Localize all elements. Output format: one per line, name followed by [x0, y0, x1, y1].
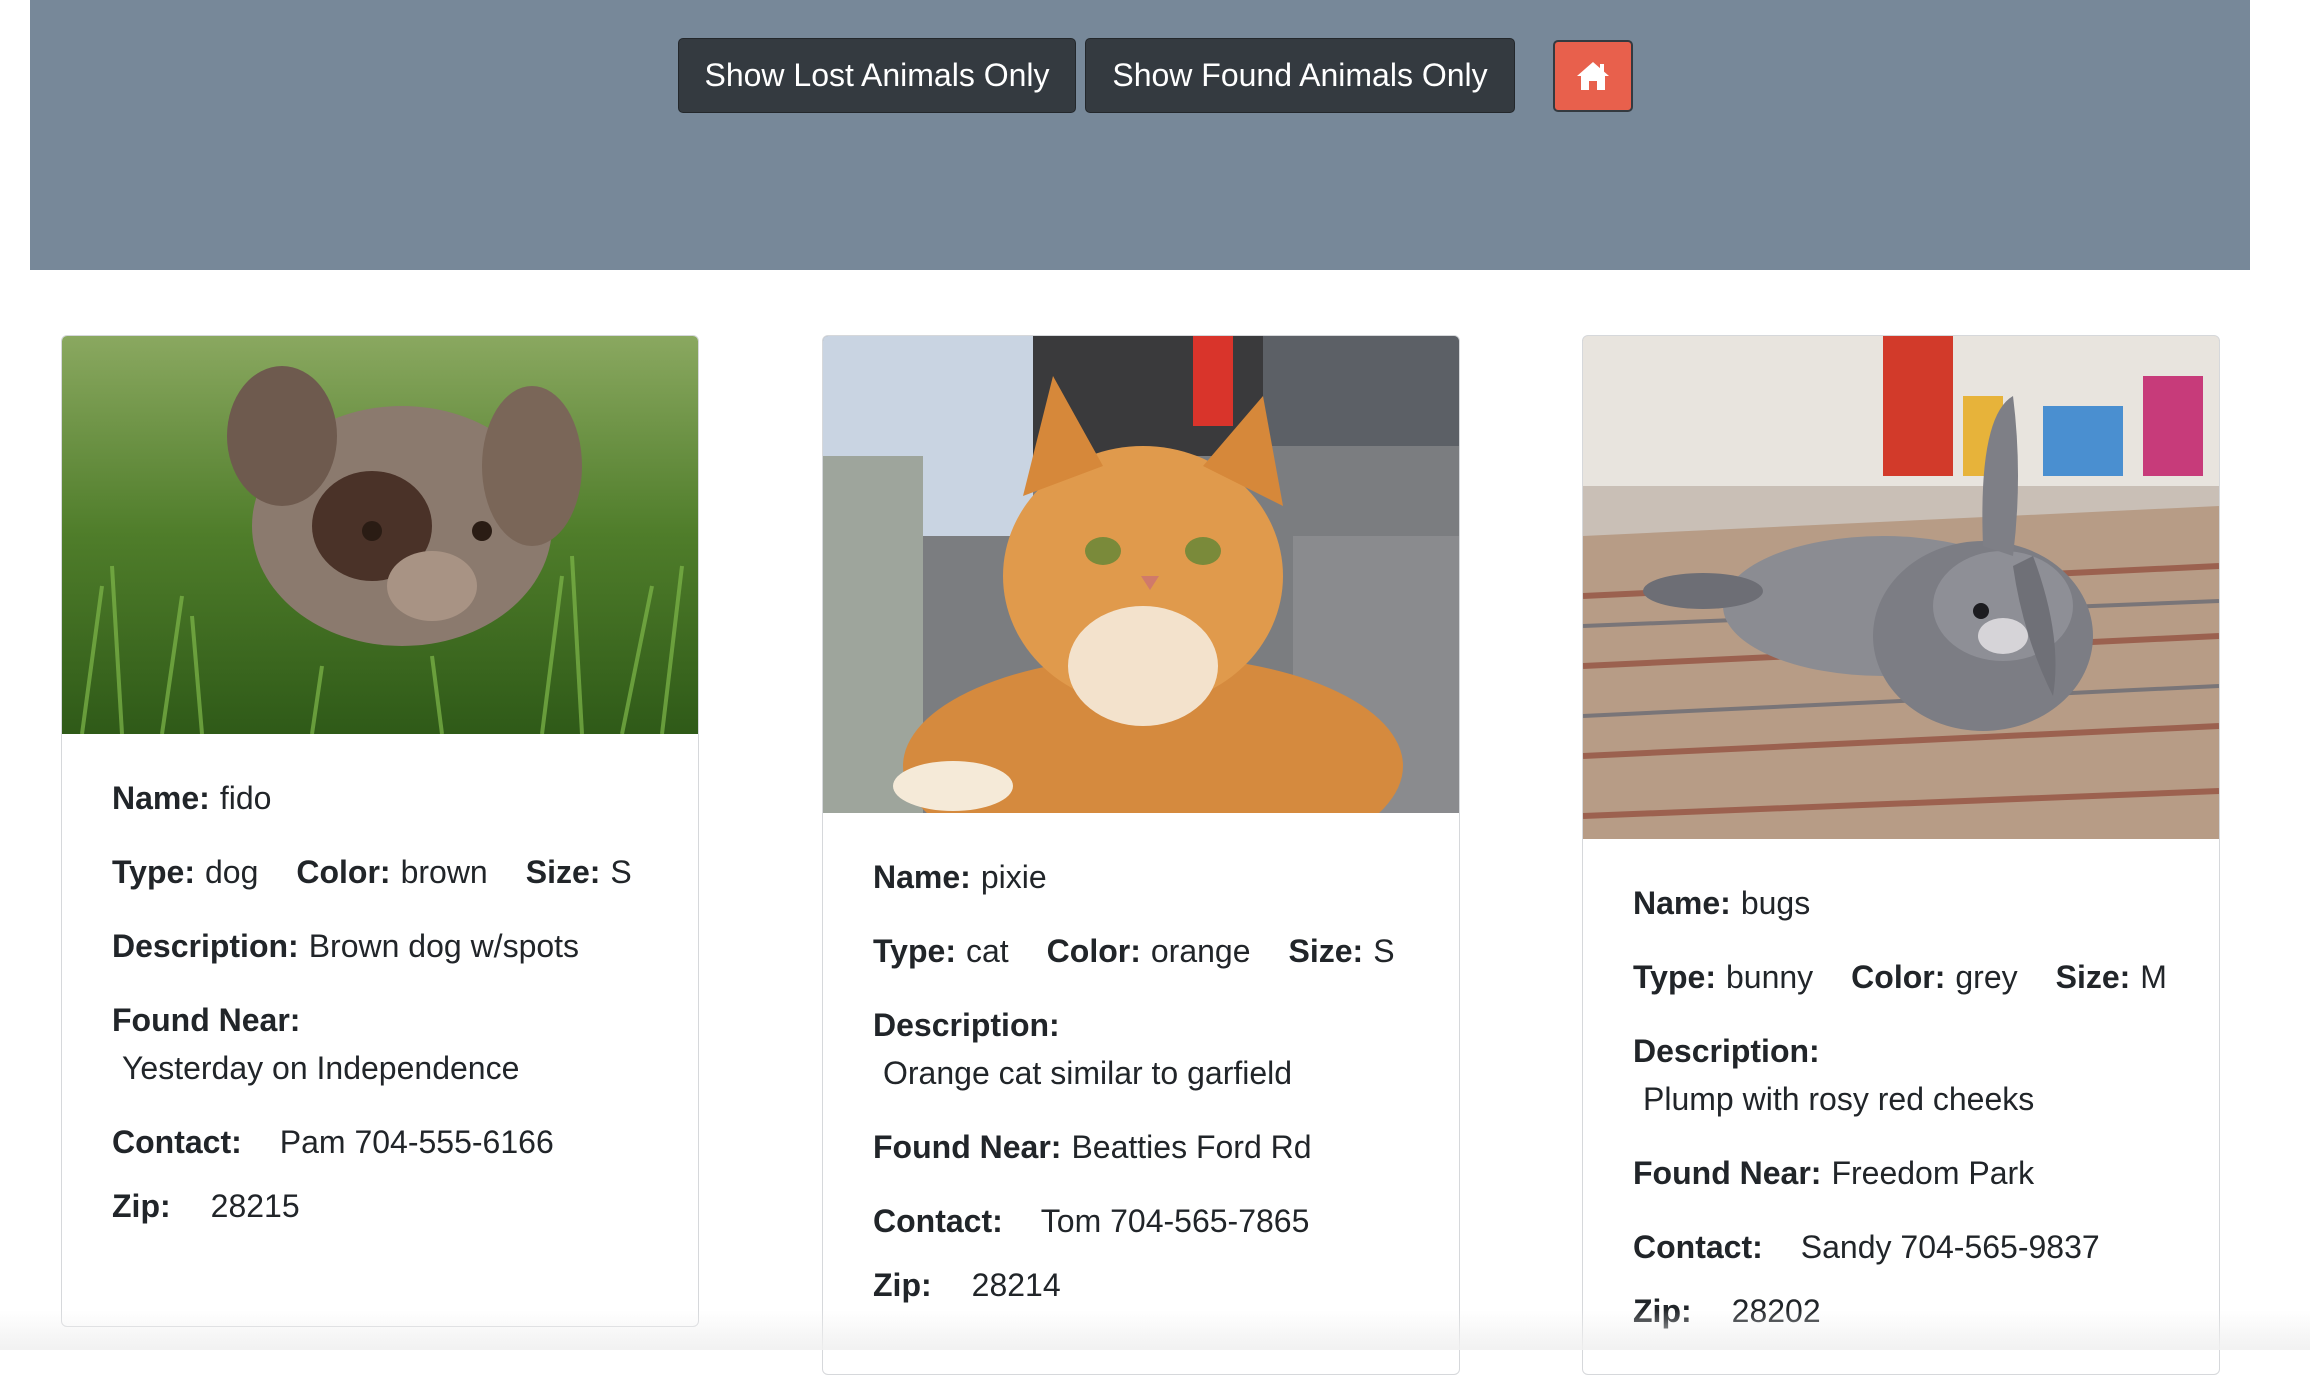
name-row: Name:pixie: [873, 857, 1409, 897]
found-near-value: Freedom Park: [1831, 1155, 2034, 1191]
contact-value: Sandy 704-565-9837: [1801, 1229, 2100, 1265]
animal-photo-dog: [62, 336, 698, 734]
size-value: S: [1373, 933, 1394, 969]
description-row: Description: Plump with rosy red cheeks: [1633, 1031, 2169, 1119]
description-row: Description: Orange cat similar to garfi…: [873, 1005, 1409, 1093]
found-near-value: Beatties Ford Rd: [1071, 1129, 1311, 1165]
found-near-row: Found Near:Beatties Ford Rd: [873, 1127, 1409, 1167]
name-value: fido: [220, 780, 272, 816]
animal-card: Name:fido Type:dogColor:brownSize:S Desc…: [61, 335, 699, 1327]
color-value: orange: [1151, 933, 1251, 969]
animal-photo-bunny: [1583, 336, 2219, 839]
show-lost-button[interactable]: Show Lost Animals Only: [678, 38, 1076, 113]
type-value: cat: [966, 933, 1009, 969]
contact-row: Contact:Tom 704-565-7865: [873, 1201, 1409, 1241]
color-value: brown: [401, 854, 488, 890]
type-value: dog: [205, 854, 258, 890]
zip-value: 28215: [211, 1188, 300, 1224]
size-value: S: [610, 854, 631, 890]
attributes-row: Type:catColor:orangeSize:S: [873, 931, 1409, 971]
name-value: bugs: [1741, 885, 1810, 921]
zip-row: Zip:28214: [873, 1265, 1409, 1305]
zip-row: Zip:28202: [1633, 1291, 2169, 1331]
animal-card: Name:pixie Type:catColor:orangeSize:S De…: [822, 335, 1460, 1375]
description-value: Orange cat similar to garfield: [873, 1053, 1409, 1093]
attributes-row: Type:dogColor:brownSize:S: [112, 852, 648, 892]
color-value: grey: [1955, 959, 2017, 995]
header-bar: Show Lost Animals Only Show Found Animal…: [30, 0, 2250, 270]
contact-row: Contact:Pam 704-555-6166: [112, 1122, 648, 1162]
found-near-row: Found Near: Yesterday on Independence: [112, 1000, 648, 1088]
name-row: Name:bugs: [1633, 883, 2169, 923]
contact-value: Tom 704-565-7865: [1041, 1203, 1310, 1239]
zip-row: Zip:28215: [112, 1186, 648, 1226]
description-value: Brown dog w/spots: [309, 928, 579, 964]
zip-value: 28214: [972, 1267, 1061, 1303]
size-value: M: [2140, 959, 2167, 995]
found-near-value: Yesterday on Independence: [112, 1048, 648, 1088]
contact-row: Contact:Sandy 704-565-9837: [1633, 1227, 2169, 1267]
description-row: Description:Brown dog w/spots: [112, 926, 648, 966]
name-value: pixie: [981, 859, 1047, 895]
home-icon: [1575, 60, 1611, 92]
animal-photo-cat: [823, 336, 1459, 813]
attributes-row: Type:bunnyColor:greySize:M: [1633, 957, 2169, 997]
animal-card: Name:bugs Type:bunnyColor:greySize:M Des…: [1582, 335, 2220, 1375]
name-row: Name:fido: [112, 778, 648, 818]
contact-value: Pam 704-555-6166: [280, 1124, 554, 1160]
show-found-button[interactable]: Show Found Animals Only: [1085, 38, 1515, 113]
home-button[interactable]: [1553, 40, 1633, 112]
type-value: bunny: [1726, 959, 1813, 995]
zip-value: 28202: [1732, 1293, 1821, 1329]
found-near-row: Found Near:Freedom Park: [1633, 1153, 2169, 1193]
description-value: Plump with rosy red cheeks: [1633, 1079, 2169, 1119]
